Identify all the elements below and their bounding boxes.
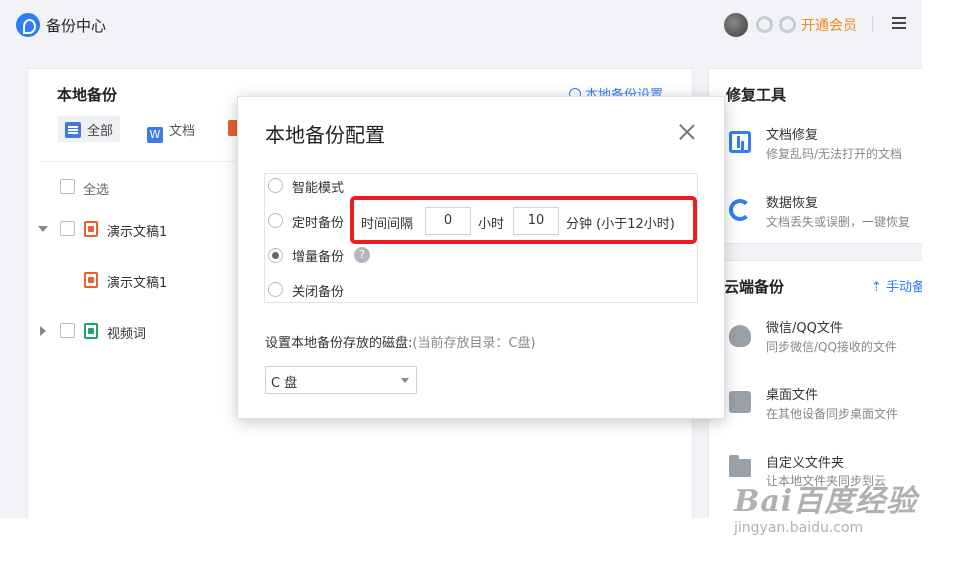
list-icon <box>65 122 81 138</box>
vip-badge-icon[interactable] <box>779 16 796 33</box>
watermark-main: Bai百度经验 <box>734 484 918 519</box>
scheduled-backup-label[interactable]: 定时备份 <box>292 212 344 231</box>
file-name[interactable]: 演示文稿1 <box>107 272 167 291</box>
document-repair-icon[interactable] <box>729 131 751 153</box>
manual-backup-button[interactable]: ⇡ 手动备 <box>871 276 922 295</box>
data-recovery-icon[interactable] <box>729 199 751 221</box>
help-icon[interactable]: ? <box>354 247 370 263</box>
data-recovery-title[interactable]: 数据恢复 <box>766 192 818 211</box>
row-checkbox[interactable] <box>60 221 75 236</box>
disk-select-value: C 盘 <box>271 376 298 391</box>
manual-backup-label: 手动备 <box>886 280 922 295</box>
filter-all[interactable]: 全部 <box>58 116 121 142</box>
row-checkbox[interactable] <box>60 323 75 338</box>
filter-all-label: 全部 <box>87 124 114 139</box>
local-backup-title: 本地备份 <box>57 86 118 104</box>
repair-tools-title: 修复工具 <box>726 86 787 104</box>
data-recovery-subtitle: 文档丢失或误删，一键恢复 <box>766 215 911 229</box>
current-dir-hint: (当前存放目录：C盘) <box>412 336 536 351</box>
smart-mode-label[interactable]: 智能模式 <box>292 177 344 196</box>
radio-smart-mode[interactable] <box>268 178 283 193</box>
vip-link[interactable]: 开通会员 <box>801 15 857 35</box>
document-repair-subtitle: 修复乱码/无法打开的文档 <box>766 147 903 161</box>
filter-documents-label: 文档 <box>169 124 196 139</box>
file-name[interactable]: 演示文稿1 <box>107 221 167 240</box>
hamburger-menu-icon[interactable] <box>892 17 906 29</box>
baidu-jingyan-watermark: Bai百度经验 jingyan.baidu.com <box>734 476 918 536</box>
select-all-label: 全选 <box>83 183 110 198</box>
video-file-icon <box>84 323 98 339</box>
desktop-files-title[interactable]: 桌面文件 <box>766 384 818 403</box>
disk-select[interactable]: C 盘 <box>265 366 417 394</box>
badge-icon[interactable] <box>756 16 773 33</box>
disk-label-text: 设置本地备份存放的磁盘: <box>265 336 413 351</box>
custom-folder-title[interactable]: 自定义文件夹 <box>766 452 844 471</box>
upload-icon: ⇡ <box>871 280 887 295</box>
folder-icon[interactable] <box>729 455 751 477</box>
repair-tools-panel: 修复工具 文档修复 修复乱码/无法打开的文档 数据恢复 文档丢失或误删，一键恢复 <box>708 68 922 244</box>
close-icon[interactable] <box>678 123 696 141</box>
wechat-qq-subtitle: 同步微信/QQ接收的文件 <box>766 340 897 354</box>
wechat-qq-icon[interactable] <box>729 325 751 347</box>
select-all-checkbox[interactable] <box>60 179 75 194</box>
radio-disable-backup[interactable] <box>268 282 283 297</box>
local-backup-config-dialog: 本地备份配置 智能模式 定时备份 增量备份 关闭备份 ? 时间间隔 0 小时 1… <box>237 96 725 419</box>
avatar[interactable] <box>724 13 748 37</box>
disk-setting-label: 设置本地备份存放的磁盘:(当前存放目录：C盘) <box>265 332 536 351</box>
backup-center-window: 备份中心 开通会员 本地备份 本地备份设置 全部 W文档 全选 演示文稿1 演示… <box>0 0 922 518</box>
divider <box>872 16 873 32</box>
dialog-title: 本地备份配置 <box>265 123 385 147</box>
filter-documents[interactable]: W 文档 <box>140 116 202 143</box>
ppt-file-icon <box>84 272 98 288</box>
radio-scheduled-backup[interactable] <box>268 213 283 228</box>
expand-chevron-icon[interactable] <box>38 226 48 232</box>
chevron-down-icon <box>401 378 409 383</box>
app-logo-icon <box>16 13 40 37</box>
desktop-icon[interactable] <box>729 391 751 413</box>
app-title: 备份中心 <box>46 17 107 35</box>
watermark-sub: jingyan.baidu.com <box>734 520 864 536</box>
desktop-files-subtitle: 在其他设备同步桌面文件 <box>766 407 899 421</box>
word-icon: W <box>147 127 163 143</box>
file-name[interactable]: 视频词 <box>107 323 146 342</box>
title-bar: 备份中心 开通会员 <box>0 0 922 50</box>
cloud-backup-title: 云端备份 <box>724 278 785 296</box>
annotation-highlight-box <box>350 196 697 244</box>
disable-backup-label[interactable]: 关闭备份 <box>292 281 344 300</box>
document-repair-title[interactable]: 文档修复 <box>766 124 818 143</box>
incremental-backup-label[interactable]: 增量备份 <box>292 246 344 265</box>
ppt-file-icon <box>84 221 98 237</box>
wechat-qq-title[interactable]: 微信/QQ文件 <box>766 317 843 336</box>
radio-incremental-backup[interactable] <box>268 248 283 263</box>
collapse-chevron-icon[interactable] <box>40 326 46 336</box>
